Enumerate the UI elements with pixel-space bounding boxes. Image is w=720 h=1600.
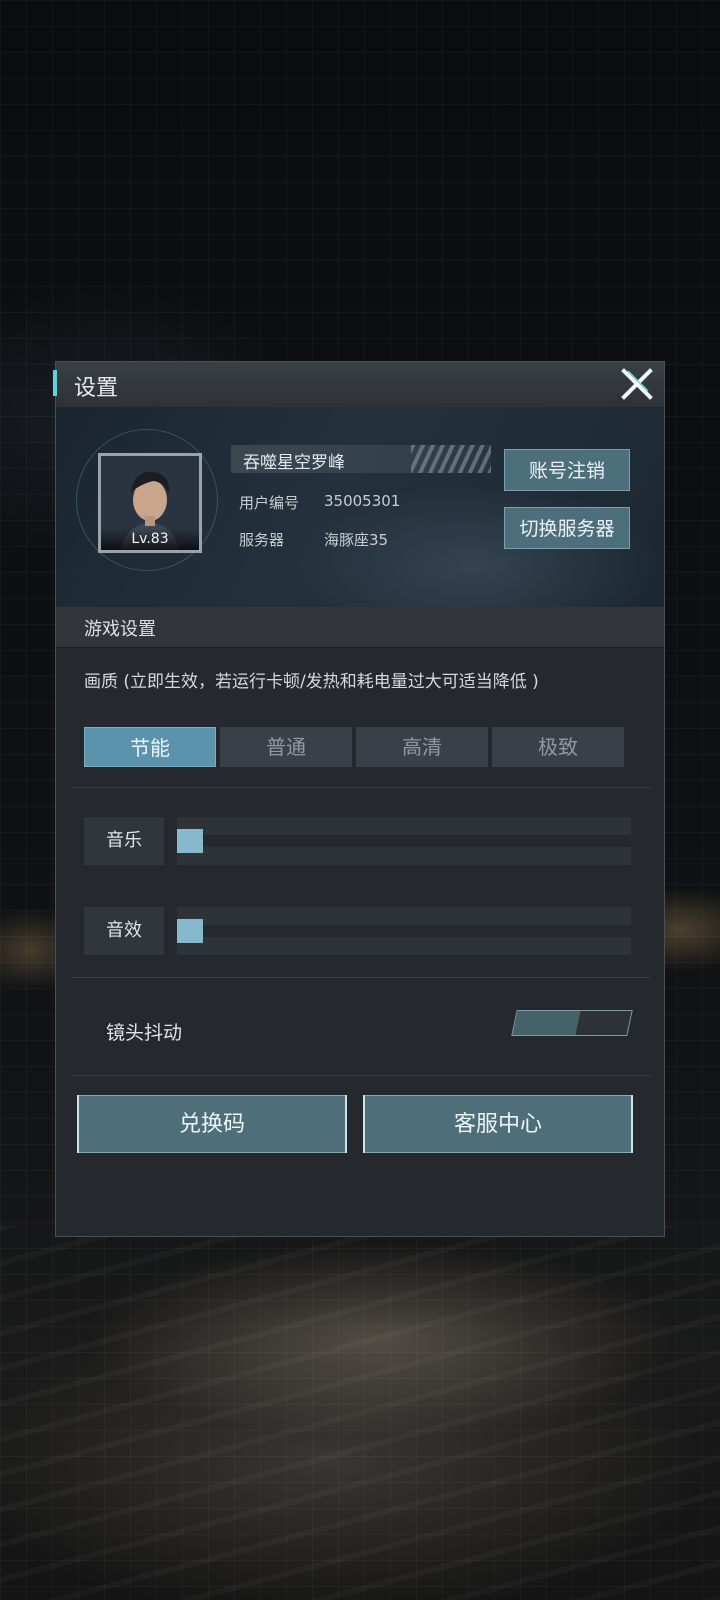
sfx-slider-handle[interactable] [177, 919, 203, 943]
quality-option-normal[interactable]: 普通 [220, 727, 352, 767]
quality-label: 画质 (立即生效，若运行卡顿/发热和耗电量过大可适当降低 ) [84, 672, 539, 692]
divider [72, 977, 650, 978]
profile-card: Lv.83 吞噬星空罗峰 用户编号 35005301 服务器 海豚座35 账号注… [56, 407, 664, 607]
quality-option-power-saving[interactable]: 节能 [84, 727, 216, 767]
user-id-value: 35005301 [324, 492, 401, 510]
music-label: 音乐 [84, 817, 164, 865]
user-id-label: 用户编号 [239, 494, 300, 512]
music-slider-handle[interactable] [177, 829, 203, 853]
close-icon [621, 368, 653, 400]
avatar[interactable]: Lv.83 [98, 453, 202, 553]
server-label: 服务器 [239, 531, 285, 549]
camera-shake-label: 镜头抖动 [106, 1022, 183, 1044]
redeem-code-button[interactable]: 兑换码 [77, 1095, 347, 1153]
server-value: 海豚座35 [324, 531, 389, 549]
close-button[interactable] [620, 368, 654, 400]
dialog-titlebar: 设置 [53, 362, 664, 408]
sfx-label: 音效 [84, 907, 164, 955]
level-badge: Lv.83 [101, 528, 199, 550]
toggle-fill [512, 1011, 581, 1035]
sfx-slider[interactable] [177, 907, 631, 955]
music-slider[interactable] [177, 817, 631, 865]
section-title: 游戏设置 [84, 619, 156, 640]
customer-service-button[interactable]: 客服中心 [363, 1095, 633, 1153]
dialog-title: 设置 [74, 376, 119, 401]
section-header: 游戏设置 [56, 607, 664, 648]
player-name: 吞噬星空罗峰 [243, 453, 345, 473]
quality-option-ultra[interactable]: 极致 [492, 727, 624, 767]
switch-server-button[interactable]: 切换服务器 [504, 507, 630, 549]
title-accent [53, 370, 57, 396]
name-banner-stripes [411, 445, 491, 473]
divider [72, 1075, 650, 1076]
settings-dialog: 设置 Lv.83 吞噬星空罗峰 用户编号 35005301 服务器 海豚座35 [53, 361, 665, 1237]
quality-option-hd[interactable]: 高清 [356, 727, 488, 767]
camera-shake-toggle[interactable] [511, 1010, 633, 1036]
divider [72, 787, 650, 788]
logout-button[interactable]: 账号注销 [504, 449, 630, 491]
background-structure [0, 1225, 720, 1600]
